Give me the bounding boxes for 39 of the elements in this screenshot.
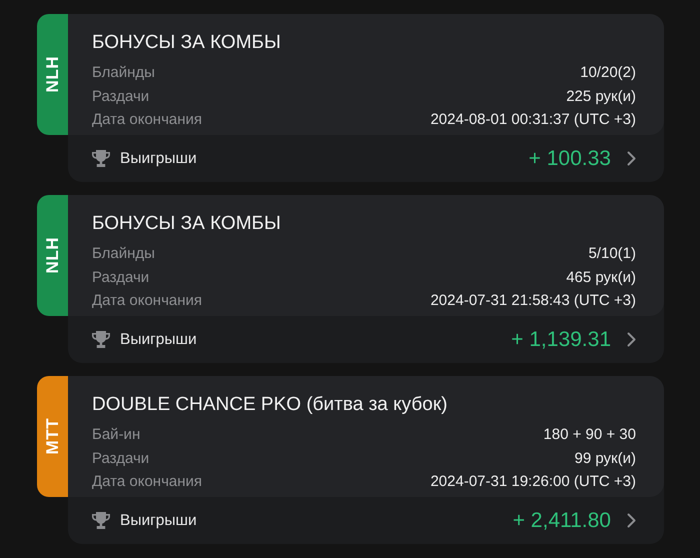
trophy-icon (92, 331, 110, 348)
detail-label: Раздачи (92, 86, 150, 106)
card-title: БОНУСЫ ЗА КОМБЫ (92, 212, 282, 236)
detail-value: 225 рук(и) (566, 86, 636, 106)
detail-value: 99 рук(и) (574, 448, 636, 468)
winnings-amount: + 100.33 (528, 146, 611, 172)
detail-label: Раздачи (92, 268, 150, 288)
detail-label: Блайнды (92, 63, 155, 83)
card-title: БОНУСЫ ЗА КОМБЫ (92, 31, 282, 55)
winnings-label: Выигрыши (120, 510, 198, 531)
detail-value: 5/10(1) (588, 244, 636, 264)
detail-label: Дата окончания (92, 110, 202, 130)
chevron-right-icon[interactable] (627, 151, 636, 166)
detail-label: Дата окончания (92, 291, 202, 311)
detail-value: 180 + 90 + 30 (543, 425, 636, 445)
winnings-amount: + 1,139.31 (511, 326, 611, 353)
trophy-icon (92, 512, 110, 529)
detail-label: Раздачи (92, 448, 150, 468)
winnings-amount: + 2,411.80 (512, 508, 611, 534)
chevron-right-icon[interactable] (627, 513, 636, 528)
winnings-bar[interactable]: Выигрыши + 1,139.31 (68, 316, 664, 363)
detail-value: 10/20(2) (580, 63, 636, 83)
winnings-bar[interactable]: Выигрыши + 2,411.80 (68, 497, 664, 544)
detail-label: Бай-ин (92, 425, 140, 445)
game-type-tag: NLH (37, 14, 68, 135)
card-title: DOUBLE CHANCE PKO (битва за кубок) (92, 393, 448, 417)
winnings-label: Выигрыши (120, 330, 198, 350)
game-type-tag: NLH (37, 195, 68, 316)
chevron-right-icon[interactable] (627, 332, 636, 347)
trophy-icon (92, 150, 110, 167)
winnings-label: Выигрыши (120, 148, 198, 169)
detail-value: 2024-07-31 21:58:43 (UTC +3) (430, 291, 636, 311)
detail-value: 465 рук(и) (566, 268, 636, 288)
detail-value: 2024-07-31 19:26:00 (UTC +3) (430, 472, 636, 492)
detail-label: Блайнды (92, 244, 155, 264)
winnings-bar[interactable]: Выигрыши + 100.33 (68, 135, 664, 182)
detail-value: 2024-08-01 00:31:37 (UTC +3) (430, 110, 636, 130)
game-type-tag: MTT (37, 376, 68, 497)
detail-label: Дата окончания (92, 472, 202, 492)
